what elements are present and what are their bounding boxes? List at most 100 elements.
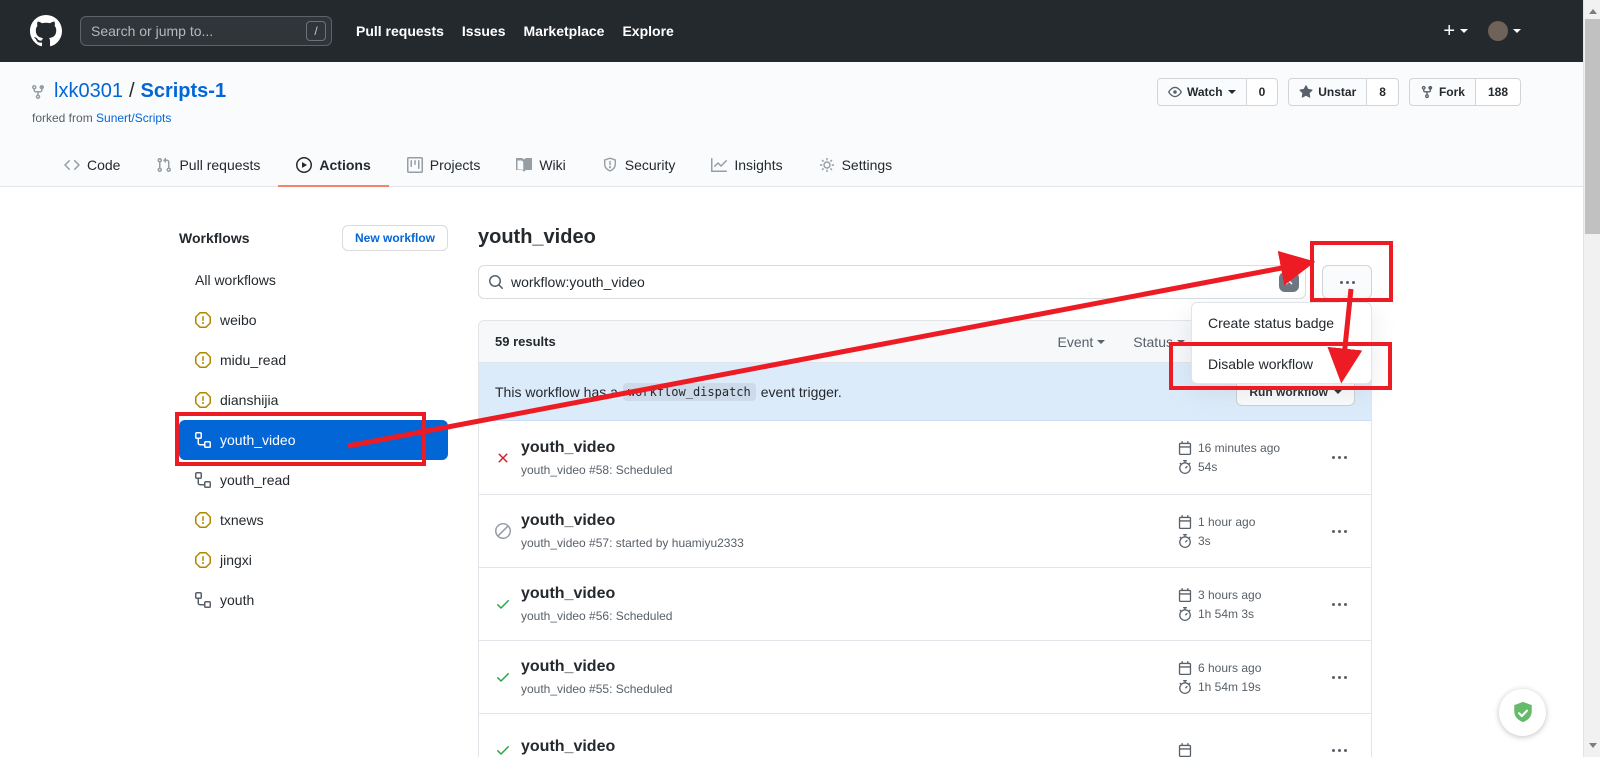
run-options-button[interactable] bbox=[1323, 603, 1355, 606]
run-options-button[interactable] bbox=[1323, 530, 1355, 533]
scroll-down-button[interactable] bbox=[1584, 738, 1600, 755]
run-title-link[interactable]: youth_video bbox=[521, 512, 1178, 530]
repo-forked-icon bbox=[30, 84, 46, 100]
run-title-link[interactable]: youth_video bbox=[521, 658, 1178, 676]
check-icon bbox=[495, 596, 511, 612]
tab-wiki[interactable]: Wiki bbox=[498, 145, 583, 187]
run-time: 1 hour ago bbox=[1198, 515, 1255, 529]
tab-settings[interactable]: Settings bbox=[801, 145, 911, 187]
tab-code[interactable]: Code bbox=[46, 145, 138, 187]
repo-header: lxk0301 / Scripts-1 forked from Sunert/S… bbox=[0, 62, 1583, 187]
run-row[interactable]: youth_video bbox=[479, 713, 1371, 757]
repo-title: lxk0301 / Scripts-1 bbox=[30, 80, 226, 103]
run-options-button[interactable] bbox=[1323, 676, 1355, 679]
unstar-button[interactable]: Unstar bbox=[1288, 78, 1367, 106]
tab-actions[interactable]: Actions bbox=[278, 145, 388, 187]
workflow-options-button[interactable] bbox=[1322, 265, 1372, 299]
event-filter-dropdown[interactable]: Event bbox=[1057, 334, 1105, 350]
search-icon bbox=[488, 274, 504, 290]
sidebar-item-all-workflows[interactable]: All workflows bbox=[179, 260, 448, 300]
tab-pull-requests[interactable]: Pull requests bbox=[138, 145, 278, 187]
run-row[interactable]: youth_video youth_video #57: started by … bbox=[479, 494, 1371, 567]
watch-button[interactable]: Watch bbox=[1157, 78, 1247, 106]
nav-explore[interactable]: Explore bbox=[622, 23, 673, 39]
x-failed-icon bbox=[495, 450, 511, 466]
triangle-down-icon bbox=[1589, 743, 1597, 752]
menu-item-create-status-badge[interactable]: Create status badge bbox=[1192, 303, 1371, 343]
tab-label: Wiki bbox=[539, 157, 565, 173]
git-pull-request-icon bbox=[156, 157, 172, 173]
sidebar-title: Workflows bbox=[179, 230, 250, 246]
tab-projects[interactable]: Projects bbox=[389, 145, 499, 187]
nav-pull-requests[interactable]: Pull requests bbox=[356, 23, 444, 39]
stopwatch-icon bbox=[1178, 607, 1192, 621]
scrollbar-thumb[interactable] bbox=[1585, 19, 1600, 234]
sidebar-item-label: weibo bbox=[220, 312, 257, 328]
sidebar-item-youth-video[interactable]: youth_video bbox=[179, 420, 448, 460]
global-search-input[interactable] bbox=[80, 16, 332, 46]
repo-forked-icon bbox=[1420, 85, 1434, 99]
run-title-link[interactable]: youth_video bbox=[521, 738, 1178, 756]
sidebar-item-jingxi[interactable]: jingxi bbox=[179, 540, 448, 580]
sidebar-item-youth[interactable]: youth bbox=[179, 580, 448, 620]
menu-item-disable-workflow[interactable]: Disable workflow bbox=[1192, 343, 1371, 383]
check-icon bbox=[495, 669, 511, 685]
run-title-link[interactable]: youth_video bbox=[521, 585, 1178, 603]
tab-insights[interactable]: Insights bbox=[693, 145, 800, 187]
nav-marketplace[interactable]: Marketplace bbox=[524, 23, 605, 39]
sidebar-item-youth-read[interactable]: youth_read bbox=[179, 460, 448, 500]
fork-button[interactable]: Fork bbox=[1409, 78, 1476, 106]
tab-label: Settings bbox=[842, 157, 893, 173]
github-actions-page: / Pull requests Issues Marketplace Explo… bbox=[0, 0, 1600, 757]
run-row[interactable]: youth_video youth_video #55: Scheduled 6… bbox=[479, 640, 1371, 713]
tab-label: Security bbox=[625, 157, 676, 173]
clear-search-button[interactable]: ✕ bbox=[1279, 272, 1299, 292]
star-count[interactable]: 8 bbox=[1367, 78, 1399, 106]
run-options-button[interactable] bbox=[1323, 749, 1355, 752]
run-row[interactable]: youth_video youth_video #58: Scheduled 1… bbox=[479, 421, 1371, 494]
run-subtitle[interactable]: youth_video #58: Scheduled bbox=[521, 463, 1178, 477]
fork-label: Fork bbox=[1439, 85, 1465, 99]
sidebar-item-txnews[interactable]: txnews bbox=[179, 500, 448, 540]
run-row[interactable]: youth_video youth_video #56: Scheduled 3… bbox=[479, 567, 1371, 640]
scroll-up-button[interactable] bbox=[1584, 2, 1600, 19]
calendar-icon bbox=[1178, 515, 1192, 529]
repo-name-link[interactable]: Scripts-1 bbox=[141, 80, 227, 103]
code-icon bbox=[64, 157, 80, 173]
avatar bbox=[1488, 21, 1508, 41]
run-time: 3 hours ago bbox=[1198, 588, 1261, 602]
watch-count[interactable]: 0 bbox=[1247, 78, 1279, 106]
runs-panel: 59 results Event Status This workflow ha… bbox=[478, 320, 1372, 757]
page-title: youth_video bbox=[478, 226, 1372, 252]
run-subtitle[interactable]: youth_video #55: Scheduled bbox=[521, 682, 1178, 696]
global-header: / Pull requests Issues Marketplace Explo… bbox=[0, 0, 1583, 62]
run-subtitle[interactable]: youth_video #57: started by huamiyu2333 bbox=[521, 536, 1178, 550]
run-time: 6 hours ago bbox=[1198, 661, 1261, 675]
fork-source-link[interactable]: Sunert/Scripts bbox=[96, 111, 171, 125]
run-duration: 1h 54m 19s bbox=[1198, 680, 1261, 694]
banner-code: workflow_dispatch bbox=[623, 383, 756, 401]
tab-security[interactable]: Security bbox=[584, 145, 694, 187]
tab-label: Insights bbox=[734, 157, 782, 173]
fork-count[interactable]: 188 bbox=[1476, 78, 1521, 106]
run-title-link[interactable]: youth_video bbox=[521, 439, 1178, 457]
status-filter-dropdown[interactable]: Status bbox=[1133, 334, 1185, 350]
nav-issues[interactable]: Issues bbox=[462, 23, 506, 39]
extension-shield-badge[interactable] bbox=[1499, 689, 1546, 736]
sidebar-item-midu-read[interactable]: midu_read bbox=[179, 340, 448, 380]
run-subtitle[interactable]: youth_video #56: Scheduled bbox=[521, 609, 1178, 623]
repo-owner-link[interactable]: lxk0301 bbox=[54, 80, 123, 103]
run-options-button[interactable] bbox=[1323, 456, 1355, 459]
runs-search-input[interactable] bbox=[478, 265, 1306, 299]
user-menu-dropdown[interactable] bbox=[1488, 21, 1521, 41]
sidebar-item-dianshijia[interactable]: dianshijia bbox=[179, 380, 448, 420]
github-logo-icon[interactable] bbox=[30, 15, 62, 47]
sidebar-item-label: youth_read bbox=[220, 472, 290, 488]
workflows-sidebar: Workflows New workflow All workflows wei… bbox=[179, 224, 448, 620]
new-workflow-button[interactable]: New workflow bbox=[342, 225, 448, 251]
sidebar-item-weibo[interactable]: weibo bbox=[179, 300, 448, 340]
project-icon bbox=[407, 157, 423, 173]
sidebar-item-label: dianshijia bbox=[220, 392, 278, 408]
create-new-dropdown[interactable]: + bbox=[1443, 21, 1468, 41]
header-right-cluster: + bbox=[1443, 0, 1521, 62]
